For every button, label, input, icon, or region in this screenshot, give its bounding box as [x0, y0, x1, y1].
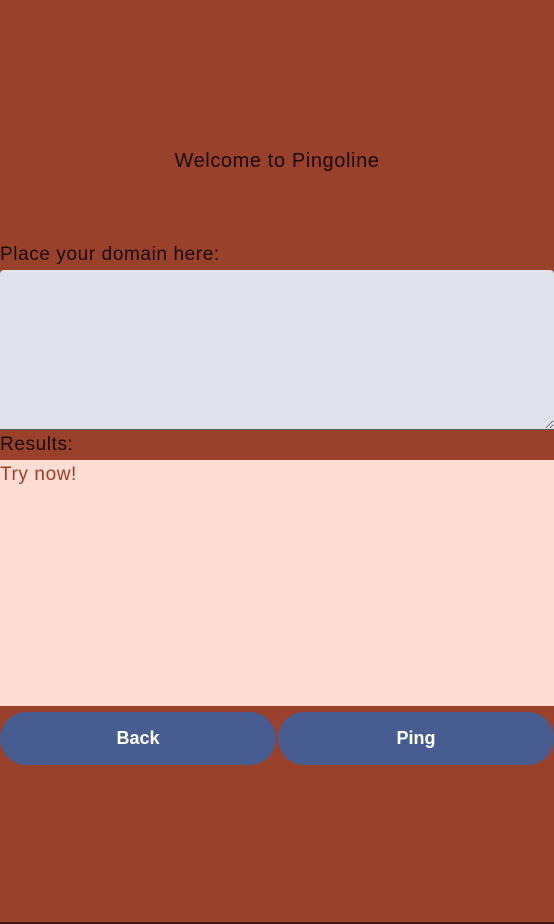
results-label: Results:: [0, 434, 74, 455]
ping-button[interactable]: Ping: [278, 712, 554, 765]
results-text: Try now!: [0, 464, 77, 485]
domain-input[interactable]: [0, 270, 554, 430]
page-title: Welcome to Pingoline: [174, 150, 380, 172]
domain-label: Place your domain here:: [0, 244, 220, 265]
results-panel: Try now!: [0, 460, 554, 706]
back-button[interactable]: Back: [0, 712, 276, 765]
